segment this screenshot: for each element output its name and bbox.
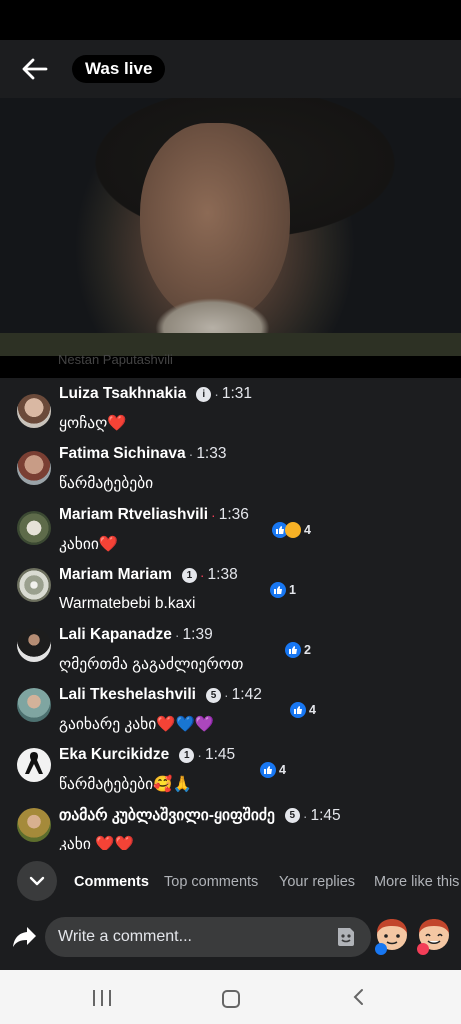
comment-item: Mariam Rtveliashvili · 1:36 კახიი❤️ 4 [0,506,461,567]
separator-dot: · [199,567,205,583]
comment-text: გაიხარე კახი❤️💙💜 [59,716,215,733]
badge-icon: 1 [179,747,195,763]
like-reaction-icon [260,762,276,778]
mourning-ribbon-icon [23,750,45,781]
like-reaction-icon [285,642,301,658]
comment-item: Lali Kapanadze · 1:39 ღმერთმა გაგაძლიერო… [0,626,461,687]
avatar[interactable] [17,568,51,602]
video-player[interactable] [0,98,461,356]
commenter-name[interactable]: Fatima Sichinava [59,445,186,463]
reactions[interactable]: 4 [260,762,286,778]
comment-text: წარმატებები [59,475,154,492]
reaction-count: 4 [304,523,311,537]
chevron-down-icon[interactable] [17,861,57,901]
home-icon[interactable] [222,990,240,1008]
haha-reaction-icon [285,522,301,538]
comment-timestamp: 1:36 [218,506,249,523]
like-reaction-icon [290,702,306,718]
commenter-name[interactable]: Eka Kurcikidze [59,746,169,764]
reaction-count: 4 [309,703,316,717]
avatar[interactable] [17,511,51,545]
avatar[interactable] [17,628,51,662]
comment-item: Fatima Sichinava · 1:33 წარმატებები [0,445,461,506]
avatar[interactable] [17,808,51,842]
tab-top-comments[interactable]: Top comments [164,874,258,890]
comment-timestamp: 1:45 [204,746,236,763]
comment-item: Mariam Mariam 1 · 1:38 Warmatebebi b.kax… [0,566,461,627]
system-nav-bar [0,970,461,1024]
comment-timestamp: 1:38 [207,566,238,583]
separator-dot: · [302,807,308,824]
comment-composer: Write a comment... [0,912,461,970]
separator-dot: · [197,747,202,763]
reactions[interactable]: 2 [285,642,311,658]
comment-tabs: Comments Top comments Your replies More … [0,850,461,912]
commenter-name[interactable]: Lali Kapanadze [59,626,172,644]
reactions[interactable]: 4 [272,522,311,538]
comment-text: ღმერთმა გაგაძლიეროთ [59,656,244,673]
separator-dot: · [174,627,180,643]
commenter-name[interactable]: თამარ კუბლაშვილი-ყიფშიძე [59,806,275,825]
header: Was live [0,40,461,98]
commenter-name[interactable]: Lali Tkeshelashvili [59,686,196,704]
comment-text: Warmatebebi b.kaxi [59,595,196,612]
reaction-count: 4 [279,763,286,777]
separator-dot: · [214,386,219,402]
reaction-count: 2 [304,643,311,657]
commenter-name[interactable]: Luiza Tsakhnakia [59,385,186,403]
video-frame-face [140,123,290,323]
avatar[interactable] [17,748,51,782]
quick-reaction-like-avatar-icon[interactable] [374,917,410,955]
like-reaction-icon [270,582,286,598]
tab-comments[interactable]: Comments [74,874,149,890]
comment-timestamp: 1:42 [231,686,262,703]
comment-timestamp: 1:31 [221,385,253,402]
separator-dot: · [223,687,229,703]
comment-text: კახიი❤️ [59,536,119,553]
comment-input[interactable]: Write a comment... [45,917,371,957]
avatar[interactable] [17,688,51,722]
comment-text: ყოჩაღ❤️ [59,415,127,432]
commenter-name[interactable]: Mariam Rtveliashvili [59,506,208,524]
badge-icon: i [196,386,212,402]
share-arrow-icon[interactable] [12,925,38,949]
sticker-icon[interactable] [335,925,357,949]
avatar[interactable] [17,451,51,485]
comment-timestamp: 1:39 [182,626,213,643]
reactions[interactable]: 4 [290,702,316,718]
comment-item: Lali Tkeshelashvili 5 · 1:42 გაიხარე კახ… [0,686,461,747]
comment-item: Luiza Tsakhnakia i · 1:31 ყოჩაღ❤️ [0,385,461,446]
comment-input-placeholder: Write a comment... [58,928,192,945]
was-live-label: Was live [72,55,166,83]
tab-more-like-this[interactable]: More like this [374,874,459,890]
quick-reaction-love-avatar-icon[interactable] [416,917,452,955]
badge-icon: 1 [181,567,197,583]
back-chevron-icon[interactable] [352,988,364,1011]
back-arrow-icon[interactable] [20,54,50,84]
tab-your-replies[interactable]: Your replies [279,874,355,890]
commenter-name[interactable]: Mariam Mariam [59,566,172,584]
reaction-count: 1 [289,583,296,597]
separator-dot: · [188,446,194,462]
status-bar [0,0,461,40]
comment-timestamp: 1:33 [196,445,227,462]
avatar[interactable] [17,394,51,428]
comment-text: წარმატებები🥰🙏 [59,776,192,793]
faded-caption: Nestan Paputashvili [58,352,173,367]
recent-apps-icon[interactable] [93,990,111,1006]
comments-list[interactable]: Nestan Paputashvili Luiza Tsakhnakia i ·… [0,352,461,853]
comment-item: Eka Kurcikidze 1 · 1:45 წარმატებები🥰🙏 4 [0,746,461,807]
comment-timestamp: 1:45 [310,806,341,824]
separator-dot: · [211,507,216,523]
reactions[interactable]: 1 [270,582,296,598]
badge-icon: 5 [284,808,300,823]
badge-icon: 5 [205,687,221,703]
